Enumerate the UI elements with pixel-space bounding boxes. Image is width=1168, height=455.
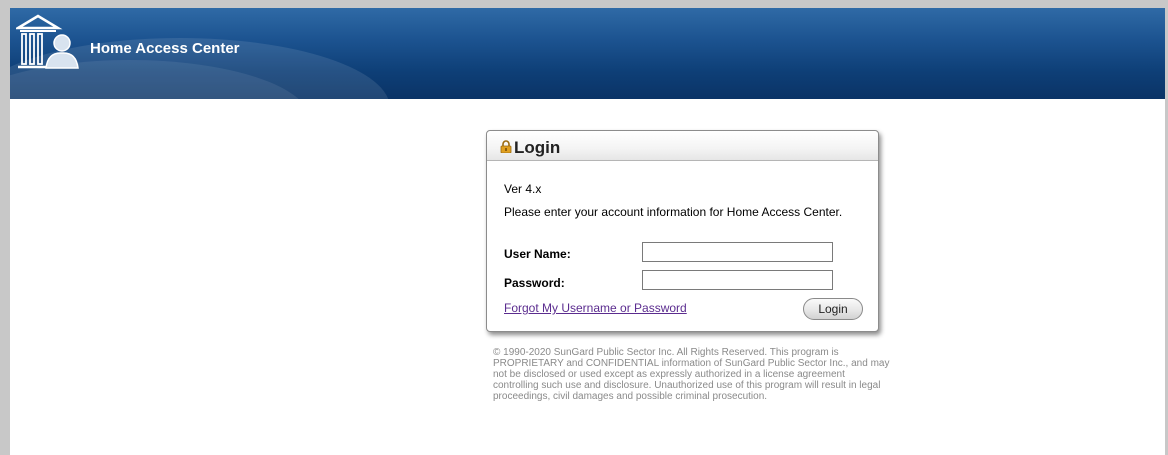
password-input[interactable] (642, 270, 833, 290)
password-label: Password: (504, 276, 565, 290)
login-panel: Login Ver 4.x Please enter your account … (486, 130, 879, 332)
copyright-notice: © 1990-2020 SunGard Public Sector Inc. A… (493, 347, 890, 402)
lock-icon (500, 140, 512, 153)
app-title: Home Access Center (90, 40, 240, 57)
username-label: User Name: (504, 247, 571, 261)
username-input[interactable] (642, 242, 833, 262)
app-header: Home Access Center (10, 8, 1165, 99)
login-title: Login (514, 138, 561, 157)
login-panel-header: Login (487, 131, 878, 161)
page-frame: Home Access Center Login Ver 4.x Please … (10, 8, 1165, 455)
version-label: Ver 4.x (504, 182, 542, 196)
forgot-credentials-link[interactable]: Forgot My Username or Password (504, 301, 687, 315)
login-button[interactable]: Login (803, 298, 863, 320)
login-instructions: Please enter your account information fo… (504, 205, 843, 219)
courthouse-person-icon (16, 14, 79, 69)
